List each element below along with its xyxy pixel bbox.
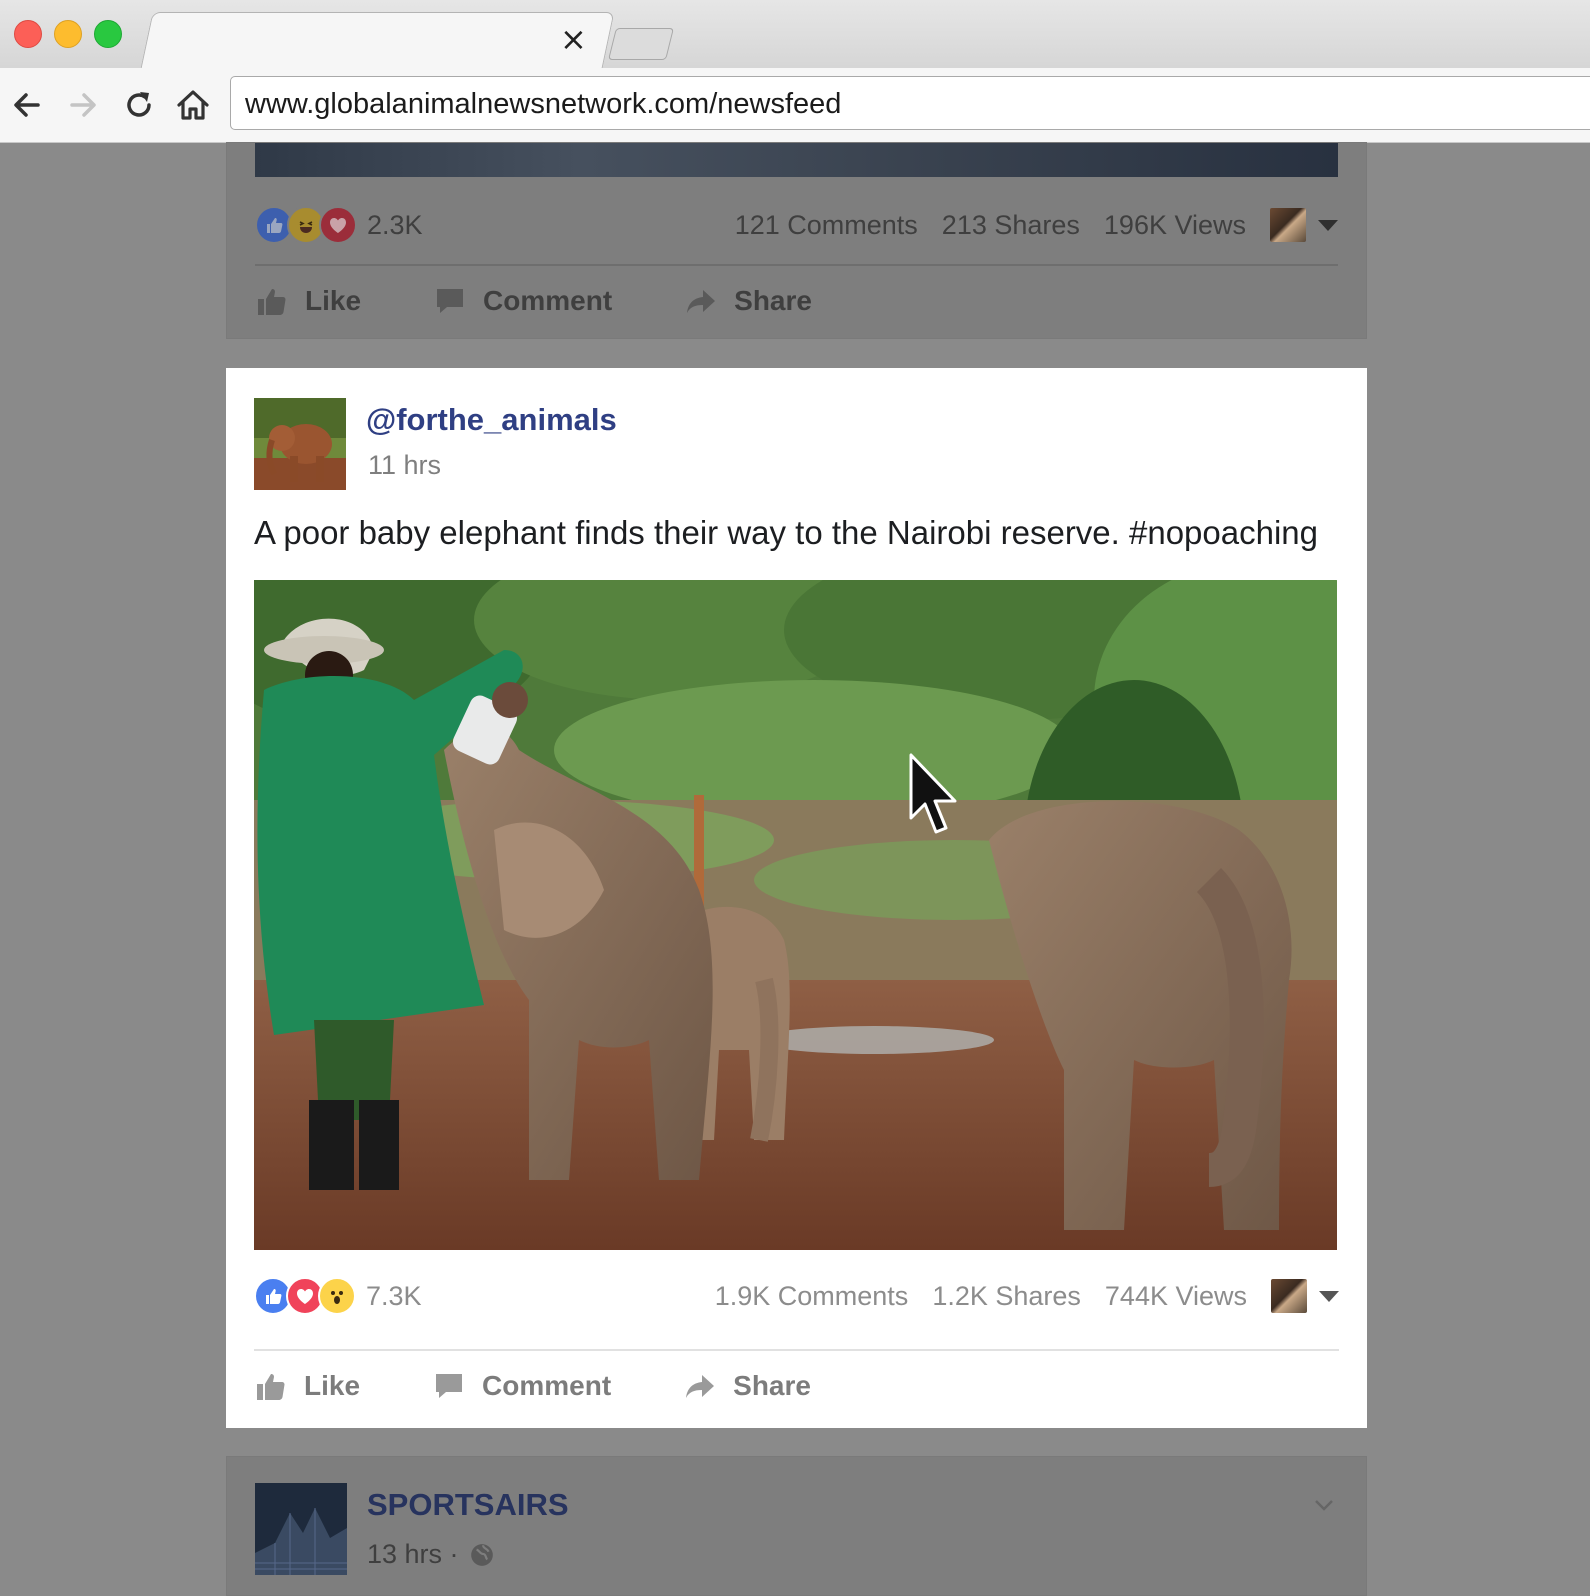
share-arrow-icon bbox=[686, 1375, 715, 1398]
thumbs-up-icon bbox=[258, 289, 286, 315]
comments-count-link[interactable]: 121 Comments bbox=[735, 210, 918, 241]
comment-icon bbox=[437, 289, 464, 313]
reaction-count: 2.3K bbox=[367, 209, 423, 240]
next-post-card: SPORTSAIRS 13 hrs · bbox=[226, 1456, 1367, 1596]
forward-arrow-icon[interactable] bbox=[64, 86, 102, 124]
views-count: 196K Views bbox=[1103, 209, 1246, 240]
reaction-summary[interactable]: 2.3K bbox=[255, 205, 423, 245]
url-input[interactable]: www.globalanimalnewsnetwork.com/newsfeed bbox=[230, 76, 1590, 130]
love-reaction-icon bbox=[319, 206, 357, 244]
tab-close-icon[interactable]: × bbox=[560, 20, 587, 58]
reload-icon[interactable] bbox=[120, 86, 158, 124]
chevron-down-icon[interactable] bbox=[1318, 219, 1338, 231]
close-window-button[interactable] bbox=[14, 20, 42, 48]
chevron-down-icon[interactable] bbox=[1319, 1290, 1339, 1302]
previous-post-actions: Like Comment Share bbox=[255, 281, 884, 321]
stats-divider bbox=[254, 1349, 1339, 1351]
thumbs-up-icon bbox=[257, 1374, 285, 1400]
next-post-timestamp[interactable]: 13 hrs · bbox=[367, 1539, 459, 1570]
previous-post-photo[interactable] bbox=[255, 143, 1338, 177]
like-label: Like bbox=[304, 1370, 361, 1401]
globe-icon bbox=[470, 1543, 493, 1566]
comment-icon bbox=[436, 1374, 463, 1398]
back-arrow-icon[interactable] bbox=[8, 86, 46, 124]
browser-tab-active[interactable] bbox=[140, 12, 615, 71]
next-post-meta: 13 hrs · bbox=[367, 1539, 495, 1570]
comment-button[interactable]: Comment bbox=[432, 1369, 611, 1403]
author-avatar[interactable] bbox=[254, 398, 346, 490]
post-text: A poor baby elephant finds their way to … bbox=[254, 514, 1319, 551]
stats-divider bbox=[255, 264, 1338, 266]
sportsairs-avatar[interactable] bbox=[255, 1483, 347, 1575]
author-name-link[interactable]: @forthe_animals bbox=[366, 402, 617, 438]
wow-reaction-icon bbox=[318, 1277, 356, 1315]
like-button[interactable]: Like bbox=[254, 1369, 360, 1403]
share-button[interactable]: Share bbox=[684, 284, 812, 318]
post-stats: 7.3K 1.9K Comments 1.2K Shares 744K View… bbox=[254, 1276, 1339, 1316]
browser-toolbar: www.globalanimalnewsnetwork.com/newsfeed bbox=[0, 68, 1590, 143]
post-card: @forthe_animals 11 hrs A poor baby eleph… bbox=[226, 368, 1367, 1428]
shares-count-link[interactable]: 1.2K Shares bbox=[932, 1281, 1081, 1312]
new-tab-button[interactable] bbox=[608, 28, 674, 60]
reaction-count: 7.3K bbox=[366, 1280, 422, 1311]
post-photo[interactable] bbox=[254, 580, 1337, 1250]
minimize-window-button[interactable] bbox=[54, 20, 82, 48]
previous-post-card: 2.3K 121 Comments 213 Shares 196K Views … bbox=[226, 142, 1367, 339]
share-button[interactable]: Share bbox=[683, 1369, 811, 1403]
comment-label: Comment bbox=[483, 285, 613, 316]
share-label: Share bbox=[734, 285, 812, 316]
viewer-avatar-icon bbox=[1270, 208, 1306, 242]
browser-titlebar: × bbox=[0, 0, 1590, 71]
comments-count-link[interactable]: 1.9K Comments bbox=[715, 1281, 909, 1312]
like-button[interactable]: Like bbox=[255, 284, 361, 318]
share-label: Share bbox=[733, 1370, 811, 1401]
post-options-chevron-icon[interactable] bbox=[1312, 1493, 1336, 1522]
post-actions: Like Comment Share bbox=[254, 1366, 883, 1406]
previous-post-stats: 2.3K 121 Comments 213 Shares 196K Views bbox=[255, 205, 1338, 245]
like-label: Like bbox=[305, 285, 362, 316]
reaction-summary[interactable]: 7.3K bbox=[254, 1276, 422, 1316]
maximize-window-button[interactable] bbox=[94, 20, 122, 48]
comment-button[interactable]: Comment bbox=[433, 284, 612, 318]
viewer-avatar-icon bbox=[1271, 1279, 1307, 1313]
next-post-author-link[interactable]: SPORTSAIRS bbox=[367, 1487, 569, 1523]
home-icon[interactable] bbox=[174, 86, 212, 124]
shares-count-link[interactable]: 213 Shares bbox=[942, 210, 1080, 241]
post-timestamp[interactable]: 11 hrs bbox=[368, 450, 441, 481]
comment-label: Comment bbox=[482, 1370, 612, 1401]
share-arrow-icon bbox=[687, 290, 716, 313]
views-count: 744K Views bbox=[1104, 1280, 1247, 1311]
